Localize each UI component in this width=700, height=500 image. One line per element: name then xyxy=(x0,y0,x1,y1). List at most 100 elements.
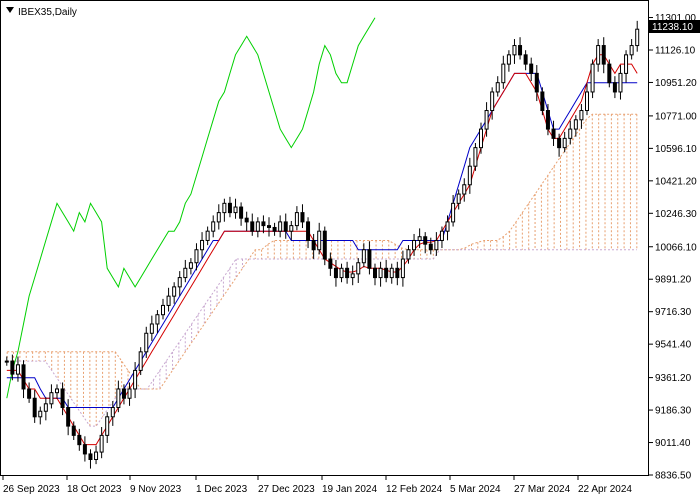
x-tick-label: 9 Nov 2023 xyxy=(130,484,182,495)
candle-body xyxy=(233,206,238,214)
candle-body xyxy=(244,217,249,223)
x-tick-label: 27 Dec 2023 xyxy=(258,484,315,495)
candle-body xyxy=(283,221,288,232)
candle-body xyxy=(512,45,517,56)
x-tick-label: 22 Apr 2024 xyxy=(578,484,632,495)
candle-body xyxy=(389,267,394,279)
candle-body xyxy=(518,45,523,56)
candle-body xyxy=(635,28,640,47)
ichimoku-cloud xyxy=(6,113,638,427)
candle-body xyxy=(417,236,422,241)
x-tick-label: 12 Feb 2024 xyxy=(386,484,443,495)
y-tick-label: 10771.00 xyxy=(655,111,697,122)
candle-body xyxy=(439,230,444,241)
candle-body xyxy=(188,262,193,269)
chart-svg: 11301.0011126.1010951.2010771.0010596.10… xyxy=(0,0,700,495)
candle-body xyxy=(540,91,545,112)
candle-body xyxy=(523,54,528,65)
candle-body xyxy=(562,137,567,149)
candle-body xyxy=(138,351,143,371)
candle-body xyxy=(573,119,578,130)
current-price-badge: 11238.10 xyxy=(649,20,700,33)
price-badge-text: 11238.10 xyxy=(652,22,693,33)
y-tick-label: 10951.20 xyxy=(655,78,697,89)
candle-body xyxy=(239,206,244,219)
candle-body xyxy=(473,147,478,167)
candle-body xyxy=(205,230,210,241)
collapse-arrow-icon[interactable] xyxy=(6,7,14,13)
candle-body xyxy=(529,63,534,74)
candle-body xyxy=(579,110,584,121)
candle-body xyxy=(177,277,182,288)
candle-body xyxy=(317,230,322,251)
y-tick-label: 8836.50 xyxy=(655,471,692,482)
candle-body xyxy=(32,397,37,418)
x-tick-label: 18 Oct 2023 xyxy=(67,484,122,495)
candle-body xyxy=(267,225,271,228)
candle-body xyxy=(71,425,76,436)
y-tick-label: 10066.10 xyxy=(655,242,697,253)
y-tick-label: 9541.40 xyxy=(655,340,692,351)
candle-body xyxy=(77,434,82,446)
chart-window: 11301.00 11126.10 10951.20 10771.00 10596.10… xyxy=(0,0,700,500)
candle-body xyxy=(43,403,48,412)
x-axis-ticks: 26 Sep 2023 18 Oct 2023 9 Nov 2023 1 Dec 20… xyxy=(2,475,632,495)
y-tick-label: 10596.10 xyxy=(655,144,697,155)
candle-body xyxy=(384,267,389,279)
candle-body xyxy=(356,262,361,275)
y-tick-label: 9716.30 xyxy=(655,307,692,318)
candle-body xyxy=(462,184,467,195)
candle-body xyxy=(38,410,43,418)
candle-body xyxy=(445,221,450,232)
candle-body xyxy=(367,249,372,269)
candle-body xyxy=(339,267,344,279)
candle-body xyxy=(94,451,99,461)
candle-body xyxy=(27,388,32,399)
candle-body xyxy=(629,45,634,56)
candle-body xyxy=(434,239,439,251)
candle-body xyxy=(590,63,595,93)
candle-body xyxy=(451,202,456,223)
senkou-span-b xyxy=(7,249,637,427)
candle-body xyxy=(222,202,227,214)
candle-body xyxy=(400,258,405,279)
candle-body xyxy=(250,221,255,232)
chikou-span-line xyxy=(6,17,376,399)
candle-body xyxy=(456,193,461,204)
candle-body xyxy=(127,388,132,399)
candle-body xyxy=(490,91,495,112)
candle-body xyxy=(116,388,121,409)
candle-body xyxy=(216,212,221,223)
kijun-sen-line xyxy=(6,72,638,408)
candle-body xyxy=(328,258,333,269)
candle-body xyxy=(194,249,199,264)
candle-body xyxy=(278,221,283,232)
x-tick-label: 26 Sep 2023 xyxy=(3,484,60,495)
senkou-span-a xyxy=(7,113,637,390)
candle-body xyxy=(272,226,277,232)
candle-body xyxy=(99,434,104,453)
candle-body xyxy=(311,239,316,251)
candle-body xyxy=(333,267,338,279)
candle-body xyxy=(21,364,26,390)
candle-body xyxy=(15,364,20,375)
candle-body xyxy=(161,304,165,316)
candles xyxy=(4,20,640,469)
candle-body xyxy=(294,212,299,227)
candle-body xyxy=(534,72,539,93)
candle-body xyxy=(10,360,15,375)
candle-body xyxy=(506,54,511,65)
y-tick-label: 9011.40 xyxy=(655,438,691,449)
candle-body xyxy=(607,63,612,84)
candle-body xyxy=(227,202,232,214)
candle-body xyxy=(618,72,623,93)
candle-body xyxy=(612,82,617,93)
x-tick-label: 19 Jan 2024 xyxy=(322,484,377,495)
candle-body xyxy=(361,249,366,264)
candle-body xyxy=(300,212,305,223)
indicator-lines xyxy=(6,17,638,446)
candle-body xyxy=(345,267,350,279)
y-tick-label: 9361.20 xyxy=(655,373,692,384)
candle-body xyxy=(172,286,177,297)
candle-body xyxy=(479,128,483,149)
